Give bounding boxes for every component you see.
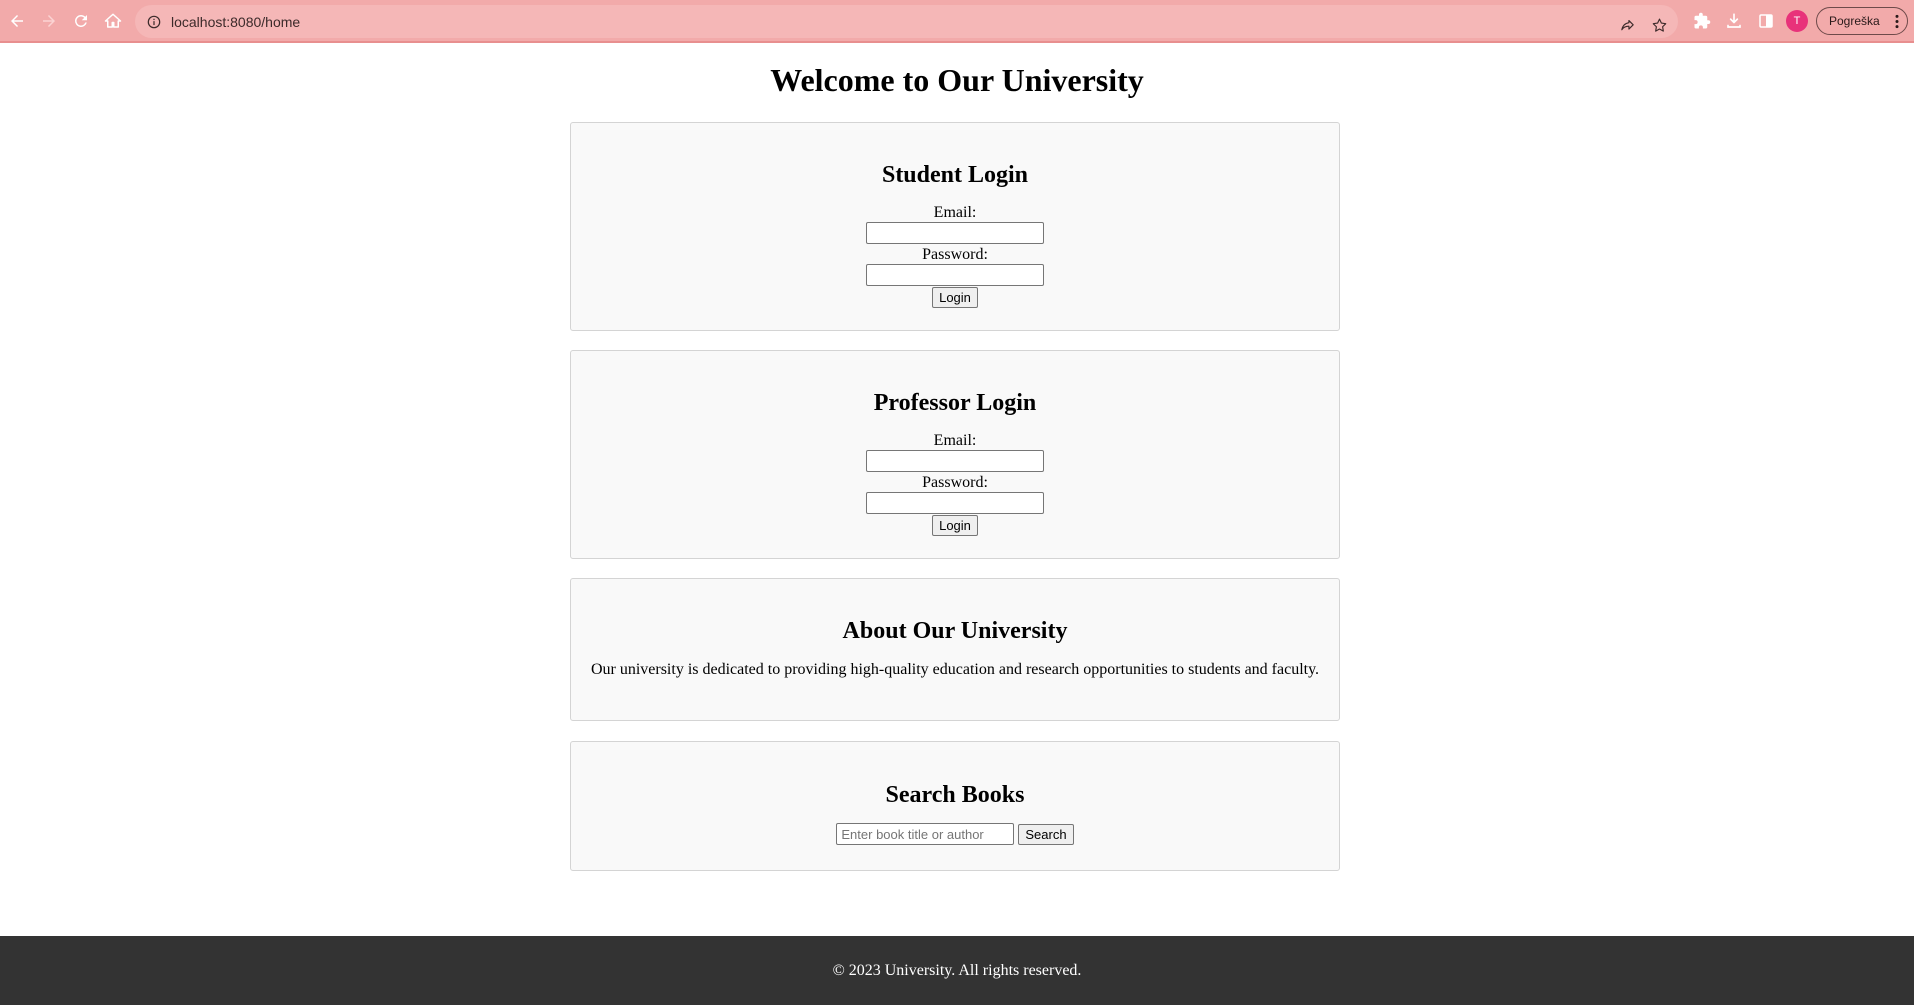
professor-login-heading: Professor Login (873, 390, 1037, 416)
professor-email-label: Email: (933, 432, 977, 449)
student-password-input[interactable] (866, 264, 1044, 286)
search-button[interactable]: Search (1018, 823, 1074, 845)
address-bar[interactable]: localhost:8080/home (135, 5, 1678, 38)
student-email-input[interactable] (866, 222, 1044, 244)
bookmark-star-icon[interactable] (1647, 13, 1671, 37)
browser-toolbar: localhost:8080/home T Pogreška (0, 0, 1914, 43)
search-form: Search (571, 823, 1339, 845)
arrow-right-icon (43, 15, 55, 27)
footer: © 2023 University. All rights reserved. (0, 936, 1914, 1005)
about-heading: About Our University (842, 618, 1068, 644)
student-login-button[interactable]: Login (932, 287, 978, 308)
student-email-label: Email: (933, 204, 977, 221)
more-menu-icon[interactable] (1895, 14, 1899, 32)
forward-button[interactable] (36, 8, 62, 34)
professor-login-card: Professor Login Email: Password: Login (570, 350, 1340, 559)
profile-avatar[interactable]: T (1786, 10, 1808, 32)
professor-password-label: Password: (922, 474, 988, 491)
search-books-heading: Search Books (885, 782, 1025, 808)
professor-password-input[interactable] (866, 492, 1044, 514)
back-button[interactable] (4, 8, 30, 34)
search-books-card: Search Books Search (570, 741, 1340, 871)
about-card: About Our University Our university is d… (570, 578, 1340, 721)
download-icon[interactable] (1722, 9, 1746, 33)
student-login-card: Student Login Email: Password: Login (570, 122, 1340, 331)
student-login-heading: Student Login (881, 162, 1029, 188)
site-info-icon[interactable] (146, 14, 162, 30)
professor-email-input[interactable] (866, 450, 1044, 472)
reload-button[interactable] (68, 8, 94, 34)
profile-chip-label: Pogreška (1829, 14, 1880, 28)
page-title: Welcome to Our University (770, 62, 1144, 98)
reload-icon (75, 14, 87, 27)
home-button[interactable] (100, 8, 126, 34)
share-icon[interactable] (1615, 13, 1639, 37)
footer-copyright: © 2023 University. All rights reserved. (832, 962, 1082, 979)
student-password-label: Password: (922, 246, 988, 263)
home-icon (104, 13, 122, 28)
professor-login-button[interactable]: Login (932, 515, 978, 536)
book-search-input[interactable] (836, 823, 1015, 845)
side-panel-icon[interactable] (1754, 9, 1778, 33)
profile-error-chip[interactable]: Pogreška (1816, 7, 1908, 35)
about-text: Our university is dedicated to providing… (590, 661, 1320, 678)
arrow-left-icon (11, 15, 23, 27)
extensions-icon[interactable] (1690, 9, 1714, 33)
url-text[interactable]: localhost:8080/home (171, 14, 300, 30)
